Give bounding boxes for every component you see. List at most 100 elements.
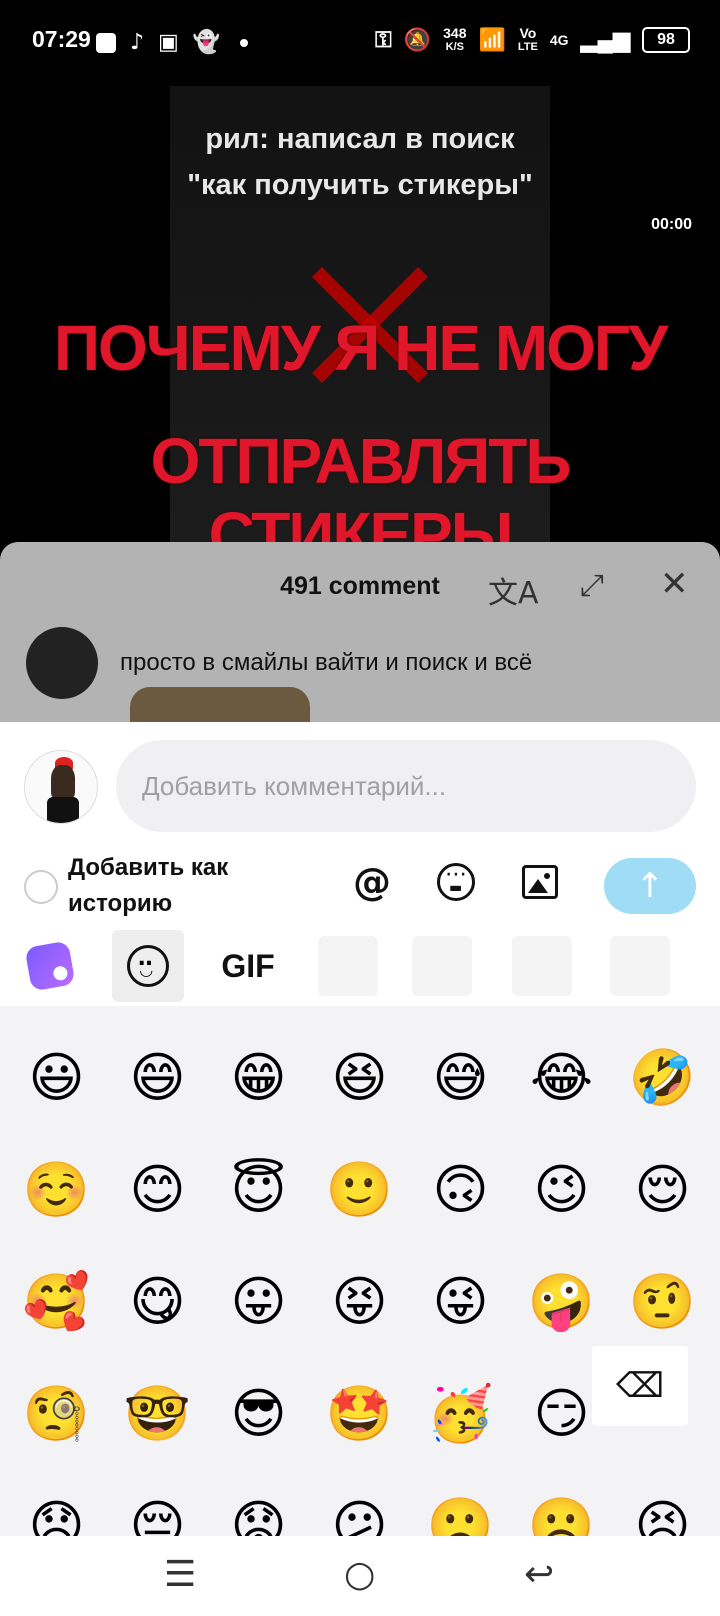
emoji-item[interactable]: 🤓 (107, 1358, 208, 1470)
clock: 07:29 (32, 26, 91, 52)
emoji-item[interactable]: ☹️ (511, 1470, 612, 1537)
emoji-item[interactable]: 🥰 (6, 1246, 107, 1358)
emoji-item[interactable]: 🙃 (410, 1134, 511, 1246)
silent-icon: 🔕 (403, 27, 432, 52)
network-speed: 348 K/S (443, 26, 466, 54)
dot-icon (240, 38, 249, 47)
emoji-item[interactable]: 😄 (107, 1022, 208, 1134)
tab-gif[interactable]: GIF (212, 930, 284, 1002)
expand-icon[interactable]: ⤢ (580, 568, 604, 603)
translate-icon[interactable]: 文A (488, 568, 539, 612)
tab-recent-sticker-2[interactable] (412, 936, 472, 996)
snapchat-icon: 👻 (192, 30, 221, 55)
story-checkbox[interactable] (24, 870, 58, 904)
back-icon[interactable]: ↩ (524, 1554, 554, 1595)
volte-indicator: Vo LTE (518, 26, 538, 54)
speed-value: 348 (443, 25, 467, 41)
tab-stickers[interactable] (14, 930, 86, 1002)
keyboard-icon (437, 863, 475, 901)
emoji-item[interactable]: 😟 (208, 1470, 309, 1537)
tab-recent-sticker-3[interactable] (512, 936, 572, 996)
emoji-item[interactable]: 🥳 (410, 1358, 511, 1470)
network-type: 4G (549, 32, 569, 48)
emoji-item[interactable]: 🤣 (612, 1022, 713, 1134)
comment-count: 491 comment (280, 572, 440, 600)
caption-line-1: рил: написал в поиск (205, 123, 515, 155)
video-caption: рил: написал в поиск "как получить стике… (0, 116, 720, 208)
emoji-grid: 😃 😄 😁 😆 😅 😂 🤣 ☺️ 😊 😇 🙂 🙃 😉 😌 🥰 😋 😛 😝 😜 🤪 🤨 🧐 🤓 😎 🤩 🥳 😏 😞 😔 😟 😕 🙁 ☹️ 😣 (6, 1022, 713, 1537)
emoji-item[interactable]: 😞 (6, 1470, 107, 1537)
emoji-item[interactable]: ☺️ (6, 1134, 107, 1246)
tab-emoji[interactable] (112, 930, 184, 1002)
system-icons: ⚿ 🔕 348 K/S 📶 Vo LTE 4G ▂▄▆ 98 (375, 26, 690, 54)
smiley-icon (127, 945, 169, 987)
video-player[interactable]: рил: написал в поиск "как получить стике… (0, 86, 720, 546)
emoji-item[interactable]: 😇 (208, 1134, 309, 1246)
battery-indicator: 98 (642, 27, 690, 53)
key-icon: ⚿ (374, 27, 392, 52)
story-label: Добавить как историю (68, 854, 229, 917)
navigation-bar: ☰ ○ ↩ (0, 1536, 720, 1616)
notification-icons: ♪ ▣ 👻 (96, 30, 249, 55)
app-icon: ▣ (158, 30, 179, 55)
emoji-item[interactable]: 😉 (511, 1134, 612, 1246)
notification-icon (96, 32, 116, 53)
emoji-item[interactable]: 🤨 (612, 1246, 713, 1358)
emoji-item[interactable]: 😛 (208, 1246, 309, 1358)
sticker-tabs: GIF (0, 930, 720, 1006)
emoji-item[interactable]: 😊 (107, 1134, 208, 1246)
video-title-line-1: ПОЧЕМУ Я НЕ МОГУ (54, 312, 668, 384)
comment-composer: Добавить как историю @ ↑ GIF (0, 722, 720, 1006)
tab-recent-sticker-1[interactable] (318, 936, 378, 996)
comment-text: просто в смайлы вайти и поиск и всё (120, 649, 533, 676)
emoji-item[interactable]: 🙁 (410, 1470, 511, 1537)
emoji-item[interactable]: 😜 (410, 1246, 511, 1358)
home-icon[interactable]: ○ (344, 1554, 375, 1595)
status-bar: 07:29 ♪ ▣ 👻 ⚿ 🔕 348 K/S 📶 Vo LTE 4G ▂▄▆ … (0, 0, 720, 86)
signal-icon: ▂▄▆ (580, 27, 630, 52)
video-timestamp: 00:00 (651, 216, 692, 233)
emoji-item[interactable]: 😅 (410, 1022, 511, 1134)
backspace-icon: ⌫ (615, 1366, 665, 1406)
emoji-item[interactable]: 😎 (208, 1358, 309, 1470)
emoji-item[interactable]: 😔 (107, 1470, 208, 1537)
image-button[interactable] (518, 860, 562, 904)
avatar-body (47, 797, 79, 823)
emoji-item[interactable]: 😁 (208, 1022, 309, 1134)
emoji-item[interactable]: 😝 (309, 1246, 410, 1358)
emoji-item[interactable]: 😃 (6, 1022, 107, 1134)
emoji-item[interactable]: 😌 (612, 1134, 713, 1246)
avatar (24, 750, 98, 824)
comments-panel: 491 comment 文A ⤢ ✕ просто в смайлы вайти… (0, 542, 720, 722)
image-icon (522, 865, 558, 899)
menu-icon[interactable]: ☰ (164, 1554, 196, 1595)
send-button[interactable]: ↑ (604, 858, 696, 914)
emoji-item[interactable]: 😂 (511, 1022, 612, 1134)
video-title-line-2: ОТПРАВЛЯТЬ СТИКЕРЫ (150, 425, 572, 546)
emoji-item[interactable]: 😣 (612, 1470, 713, 1537)
emoji-item[interactable]: 🤩 (309, 1358, 410, 1470)
arrow-up-icon: ↑ (635, 866, 665, 906)
avatar-head (51, 765, 75, 799)
backspace-button[interactable]: ⌫ (592, 1346, 688, 1426)
tiktok-icon: ♪ (130, 30, 145, 55)
comment-sticker (130, 687, 310, 722)
emoji-item[interactable]: 😕 (309, 1470, 410, 1537)
commenter-avatar[interactable] (26, 627, 98, 699)
emoji-item[interactable]: 😋 (107, 1246, 208, 1358)
tab-recent-sticker-4[interactable] (610, 936, 670, 996)
emoji-item[interactable]: 🙂 (309, 1134, 410, 1246)
mention-button[interactable]: @ (350, 860, 394, 904)
comments-header: 491 comment 文A ⤢ ✕ (0, 542, 720, 632)
emoji-item[interactable]: 🧐 (6, 1358, 107, 1470)
comment-input[interactable] (116, 740, 696, 832)
speed-unit: K/S (445, 41, 464, 53)
volte-bottom: LTE (517, 41, 538, 53)
sticker-app-icon (24, 940, 76, 992)
emoji-item[interactable]: 😆 (309, 1022, 410, 1134)
emoji-panel: 😃 😄 😁 😆 😅 😂 🤣 ☺️ 😊 😇 🙂 🙃 😉 😌 🥰 😋 😛 😝 😜 🤪 🤨 🧐 🤓 😎 🤩 🥳 😏 😞 😔 😟 😕 🙁 ☹️ 😣 ⌫ (0, 1006, 720, 1536)
keyboard-button[interactable] (434, 860, 478, 904)
volte-top: Vo (519, 25, 537, 41)
close-icon[interactable]: ✕ (660, 564, 689, 604)
emoji-item[interactable]: 🤪 (511, 1246, 612, 1358)
